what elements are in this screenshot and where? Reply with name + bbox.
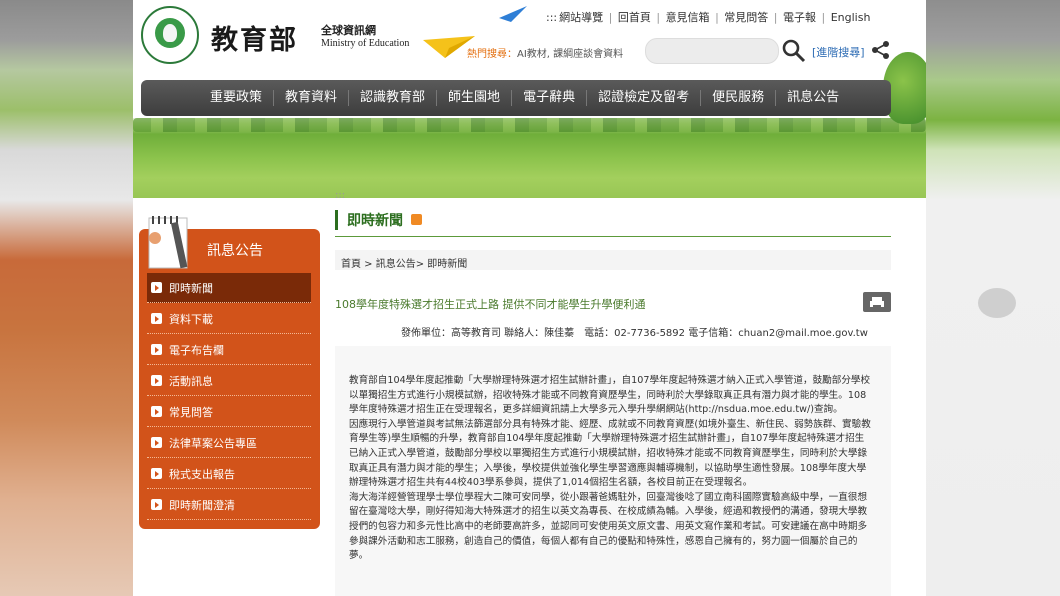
logo-leaf [163,24,177,42]
article-title: 108學年度特殊選才招生正式上路 提供不同才能學生升學便利通 [335,298,646,311]
section-title-text: 即時新聞 [347,213,403,229]
nav-item-policy[interactable]: 重要政策 [199,90,275,106]
arrow-icon [151,437,162,448]
advanced-search-link[interactable]: [進階搜尋] [812,44,865,60]
sidebar-item-label: 電子布告欄 [169,344,224,357]
top-link-home[interactable]: 回首頁 [618,11,651,24]
site-subtitle-cn: 全球資訊網 [321,24,376,37]
hot-search-label: 熱門搜尋： [467,49,517,60]
section-title: 即時新聞 [335,210,403,230]
hot-search: 熱門搜尋：AI教材, 課綱座談會資料 [467,45,623,60]
background-left [0,0,133,596]
top-link-newsletter[interactable]: 電子報 [783,11,816,24]
sidebar-menu: 即時新聞 資料下載 電子布告欄 活動訊息 常見問答 法律草案公告專區 稅式支出報… [139,269,320,529]
ministry-logo[interactable] [141,6,199,64]
sidebar-item-downloads[interactable]: 資料下載 [147,304,311,334]
top-links-prefix: ::: [546,11,558,24]
article-paragraph: 教育部自104學年度起推動「大學辦理特殊選才招生試辦計畫」，自107學年度起特殊… [349,375,871,416]
nav-item-education-data[interactable]: 教育資料 [274,90,350,106]
rss-icon[interactable] [411,214,422,225]
arrow-icon [151,406,162,417]
banner-trees [133,118,926,132]
sidebar-title: 訊息公告 [207,243,263,259]
sidebar-item-label: 即時新聞澄清 [169,499,235,512]
paper-plane-icon [499,6,527,22]
nav-item-about[interactable]: 認識教育部 [349,90,438,106]
arrow-icon [151,499,162,510]
top-link-sitemap[interactable]: 網站導覽 [559,11,603,24]
notebook-icon [148,216,188,269]
main-nav: 重要政策 教育資料 認識教育部 師生園地 電子辭典 認證檢定及留考 便民服務 訊… [141,80,891,116]
article-paragraph: 因應現行入學管道與考試無法篩選部分具有特殊才能、經歷、成就或不同教育資歷(如境外… [349,418,871,489]
sidebar-item-label: 活動訊息 [169,375,213,388]
arrow-icon [151,375,162,386]
site-subtitle-en: Ministry of Education [321,38,410,49]
sidebar-item-news-clarification[interactable]: 即時新聞澄清 [147,490,311,520]
sidebar-item-label: 即時新聞 [169,282,213,295]
site-name[interactable]: 教育部 [211,18,298,57]
arrow-icon [151,313,162,324]
top-link-english[interactable]: English [831,11,871,24]
section-divider [335,236,891,237]
arrow-icon [151,468,162,479]
share-icon[interactable] [871,40,891,60]
nav-item-dictionary[interactable]: 電子辭典 [512,90,588,106]
nav-item-announcements[interactable]: 訊息公告 [776,90,850,106]
nav-item-services[interactable]: 便民服務 [701,90,777,106]
accesskey-dots: ::: [335,190,346,201]
hot-search-terms[interactable]: AI教材, 課綱座談會資料 [517,49,623,60]
top-link-faq[interactable]: 常見問答 [724,11,768,24]
top-links: ::: 網站導覽 | 回首頁 | 意見信箱 | 常見問答 | 電子報 | Engl… [546,11,871,24]
arrow-icon [151,344,162,355]
sidebar-item-events[interactable]: 活動訊息 [147,366,311,396]
print-button[interactable] [863,292,891,312]
sidebar-item-tax-report[interactable]: 稅式支出報告 [147,459,311,489]
background-right [926,0,1060,596]
sidebar-item-label: 稅式支出報告 [169,468,235,481]
sidebar-item-label: 資料下載 [169,313,213,326]
blurred-shape [978,288,1016,318]
sidebar-item-faq[interactable]: 常見問答 [147,397,311,427]
printer-icon [870,297,884,308]
search-input[interactable] [645,38,779,64]
nav-item-teachers-students[interactable]: 師生園地 [437,90,513,106]
sidebar-item-bulletin[interactable]: 電子布告欄 [147,335,311,365]
webpage: 教育部 全球資訊網 Ministry of Education ::: 網站導覽 … [133,0,926,596]
article-body: 教育部自104學年度起推動「大學辦理特殊選才招生試辦計畫」，自107學年度起特殊… [349,374,871,564]
search-icon[interactable] [781,38,807,64]
arrow-icon [151,282,162,293]
article-meta: 發佈單位：高等教育司 聯絡人：陳佳蓁 電話：02-7736-5892 電子信箱：… [401,328,868,339]
sidebar-item-draft-laws[interactable]: 法律草案公告專區 [147,428,311,458]
breadcrumb[interactable]: 首頁 > 訊息公告> 即時新聞 [341,255,467,270]
top-link-feedback[interactable]: 意見信箱 [666,11,710,24]
sidebar-item-label: 法律草案公告專區 [169,437,257,450]
nav-item-certification[interactable]: 認證檢定及留考 [587,90,702,106]
sidebar-item-label: 常見問答 [169,406,213,419]
article-paragraph: 海大海洋經營管理學士學位學程大二陳可安同學，從小跟著爸媽駐外，回臺灣後唸了國立南… [349,491,868,562]
sidebar-item-news[interactable]: 即時新聞 [147,273,311,303]
